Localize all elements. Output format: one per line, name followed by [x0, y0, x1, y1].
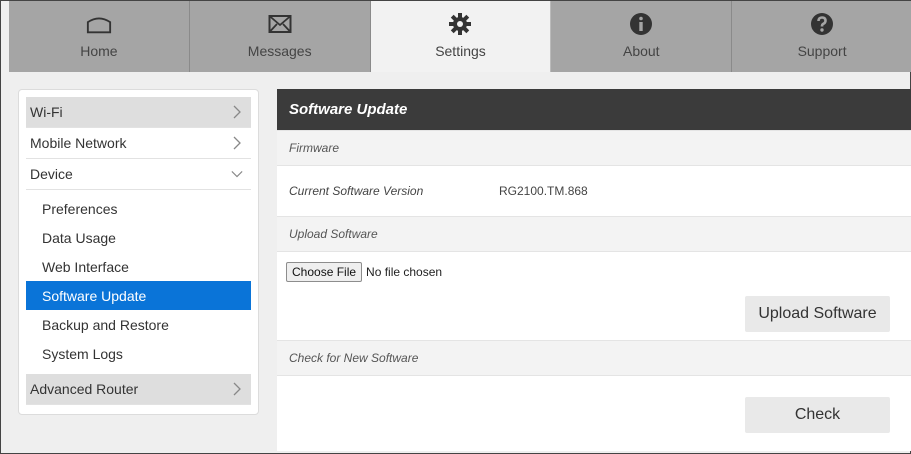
- sidebar: Wi-Fi Mobile Network Device Preferences …: [18, 89, 259, 415]
- upload-heading: Upload Software: [277, 216, 911, 252]
- chevron-right-icon: [231, 135, 243, 151]
- app-frame: Home Messages Settings About Support Wi-…: [0, 0, 911, 454]
- chevron-right-icon: [231, 381, 243, 397]
- current-version-row: Current Software Version RG2100.TM.868: [277, 166, 911, 216]
- upload-software-button[interactable]: Upload Software: [745, 296, 890, 332]
- upload-area: Choose File No file chosen Upload Softwa…: [277, 252, 911, 340]
- sidebar-subitem-data-usage[interactable]: Data Usage: [26, 223, 251, 252]
- tab-about-label: About: [622, 43, 660, 59]
- main-panel: Software Update Firmware Current Softwar…: [277, 89, 911, 451]
- sidebar-subitem-web-interface[interactable]: Web Interface: [26, 252, 251, 281]
- current-version-label: Current Software Version: [289, 184, 424, 198]
- gear-icon: [447, 11, 473, 37]
- top-nav: Home Messages Settings About Support: [9, 1, 911, 72]
- tab-support[interactable]: Support: [732, 1, 911, 72]
- tab-settings[interactable]: Settings: [370, 1, 552, 72]
- check-button[interactable]: Check: [745, 397, 890, 433]
- sidebar-subitem-backup-restore[interactable]: Backup and Restore: [26, 310, 251, 339]
- envelope-icon: [267, 11, 293, 37]
- tab-messages-label: Messages: [247, 43, 312, 59]
- sidebar-item-advanced-router[interactable]: Advanced Router: [26, 374, 251, 405]
- current-version-value: RG2100.TM.868: [499, 184, 588, 198]
- sidebar-item-label: Wi-Fi: [30, 104, 63, 120]
- tab-support-label: Support: [797, 43, 847, 59]
- chevron-down-icon: [231, 166, 243, 182]
- tab-about[interactable]: About: [551, 1, 733, 72]
- sidebar-subitem-software-update[interactable]: Software Update: [26, 281, 251, 310]
- tab-home-label: Home: [80, 43, 118, 59]
- page-title: Software Update: [277, 89, 911, 130]
- tab-home[interactable]: Home: [9, 1, 190, 72]
- check-area: Check: [277, 376, 911, 448]
- sidebar-subitem-system-logs[interactable]: System Logs: [26, 339, 251, 368]
- file-status: No file chosen: [366, 265, 443, 279]
- chevron-right-icon: [231, 104, 243, 120]
- sidebar-item-device[interactable]: Device: [26, 159, 251, 190]
- choose-file-button[interactable]: Choose File: [286, 262, 363, 282]
- sidebar-item-wifi[interactable]: Wi-Fi: [26, 97, 251, 128]
- info-icon: [628, 11, 654, 37]
- sidebar-item-mobile-network[interactable]: Mobile Network: [26, 128, 251, 159]
- home-icon: [86, 11, 112, 37]
- sidebar-item-label: Advanced Router: [30, 381, 139, 397]
- check-heading: Check for New Software: [277, 340, 911, 376]
- tab-messages[interactable]: Messages: [189, 1, 371, 72]
- sidebar-item-label: Mobile Network: [30, 135, 127, 151]
- firmware-heading: Firmware: [277, 130, 911, 166]
- tab-settings-label: Settings: [435, 43, 486, 59]
- file-picker: Choose File No file chosen: [286, 262, 442, 282]
- sidebar-subitem-preferences[interactable]: Preferences: [26, 194, 251, 223]
- question-icon: [809, 11, 835, 37]
- sidebar-item-label: Device: [30, 166, 73, 182]
